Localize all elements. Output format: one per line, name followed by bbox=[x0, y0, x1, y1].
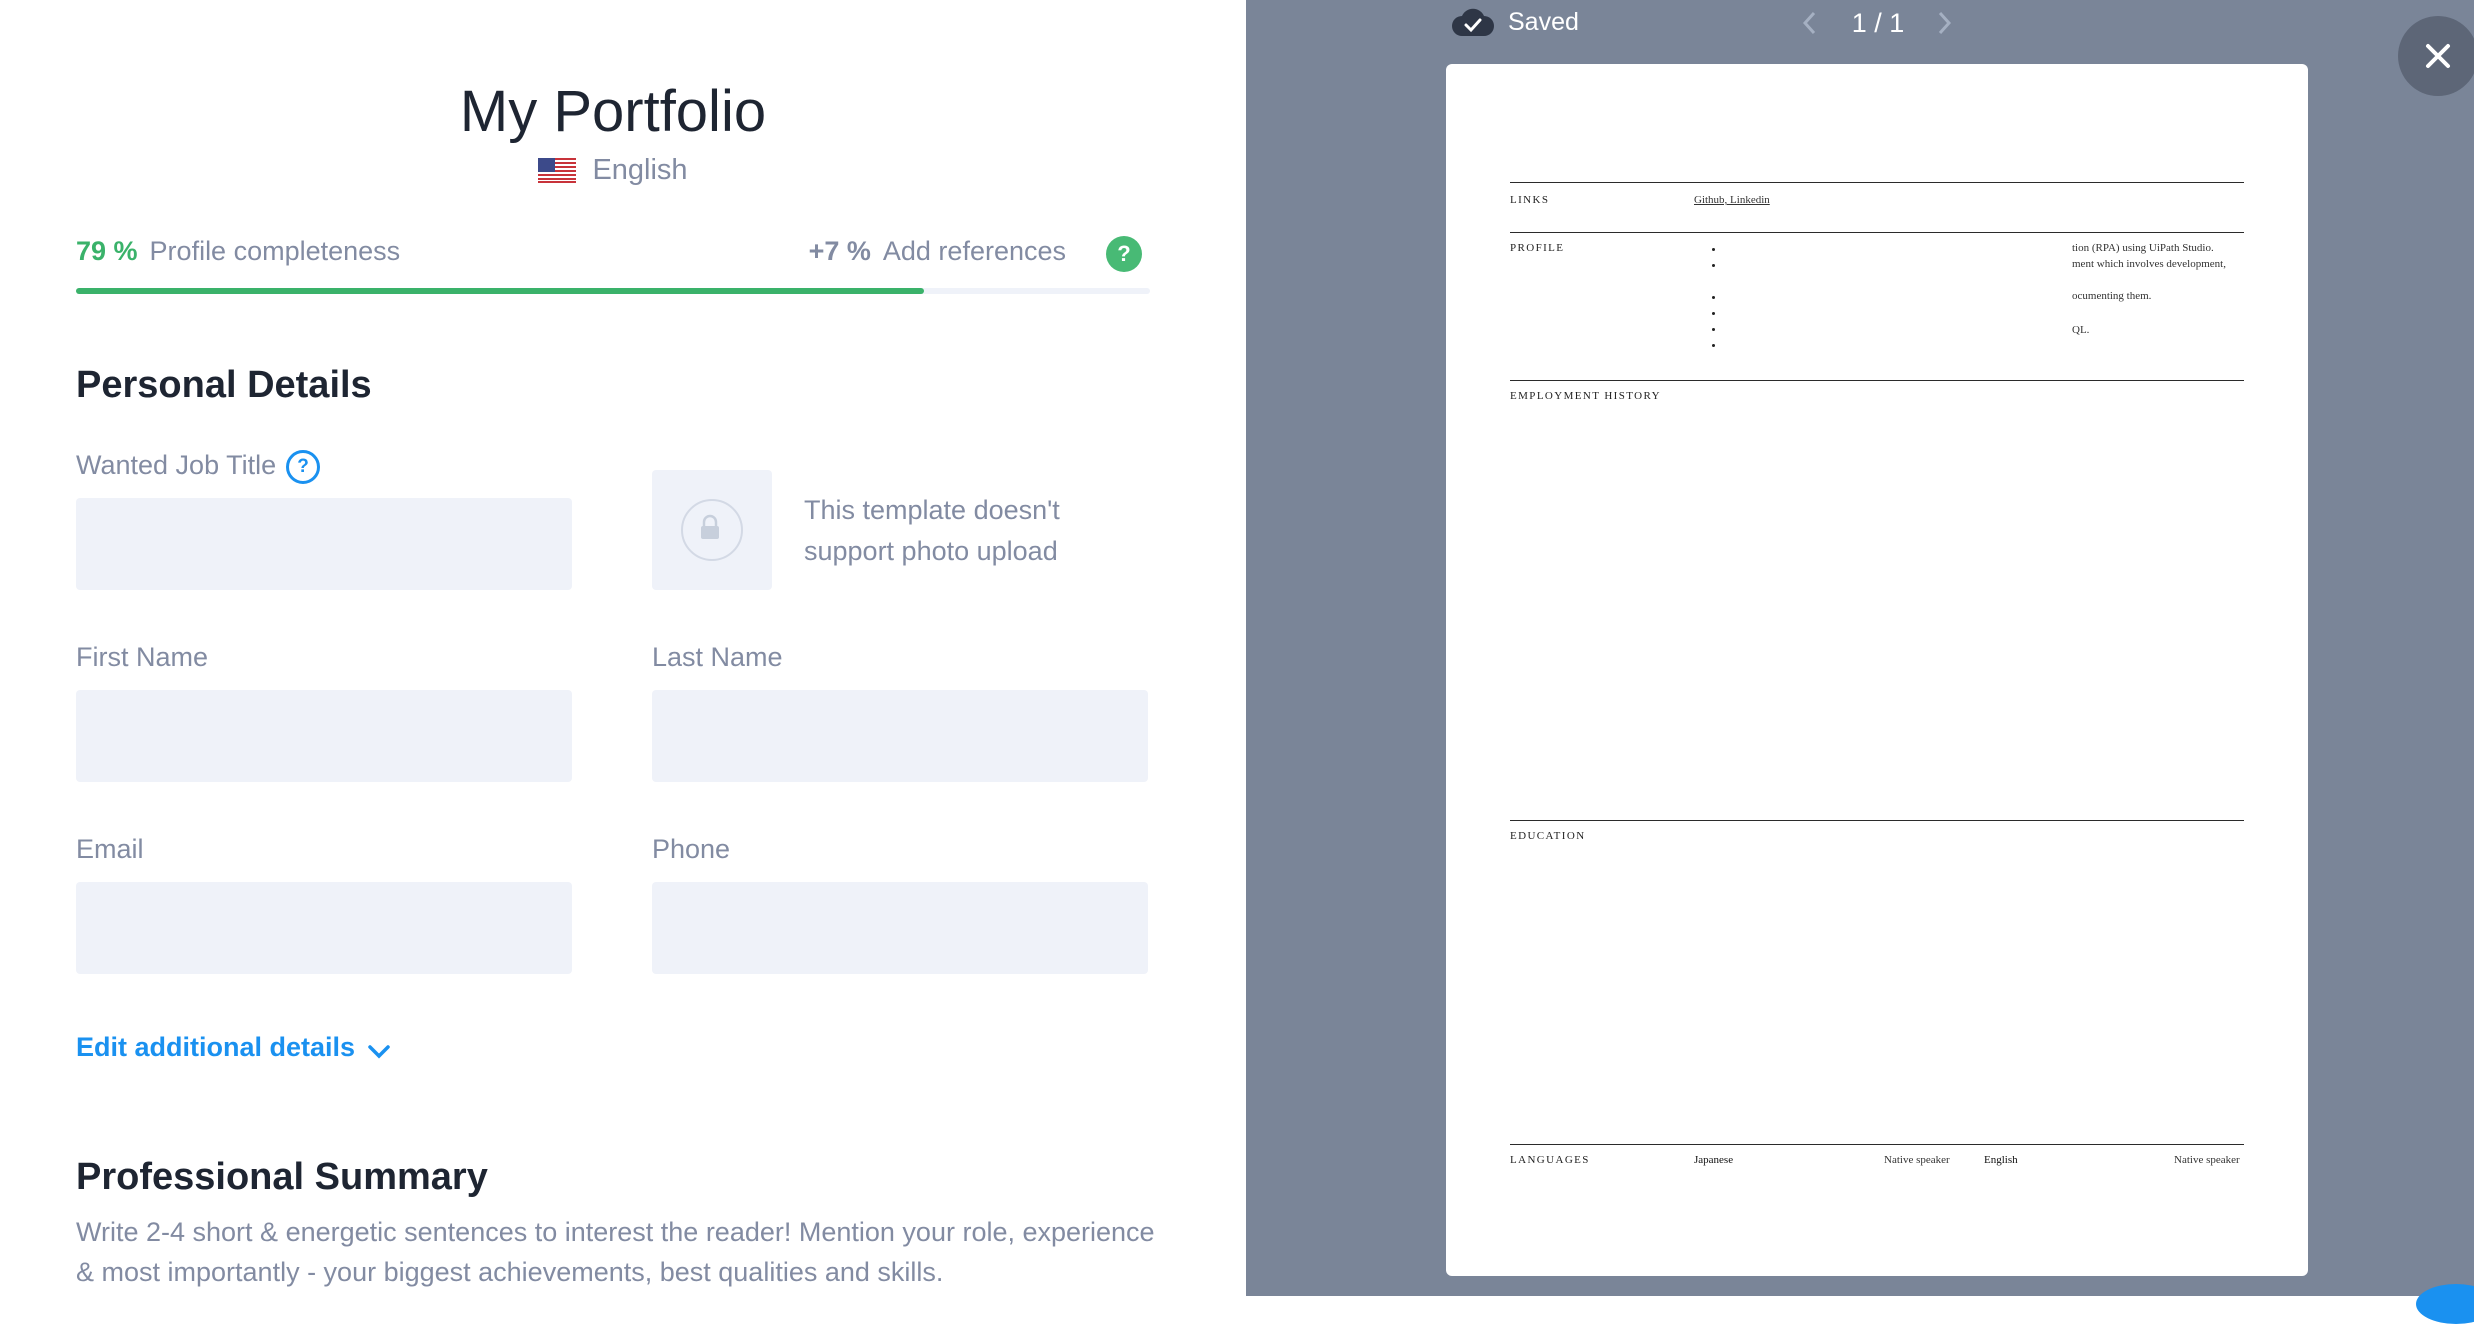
bullet bbox=[1712, 296, 1715, 299]
profile-completeness: 79 % Profile completeness bbox=[76, 236, 400, 267]
completeness-progress-fill bbox=[76, 288, 925, 294]
photo-unsupported-text: This template doesn't support photo uplo… bbox=[804, 495, 1060, 566]
saved-label: Saved bbox=[1508, 8, 1579, 36]
email-label: Email bbox=[76, 834, 144, 864]
phone-label: Phone bbox=[652, 834, 731, 864]
divider bbox=[1510, 232, 2244, 233]
references-label: Add references bbox=[882, 236, 1066, 266]
resume-profile-line: ment which involves development, bbox=[2072, 258, 2226, 270]
first-name-label: First Name bbox=[76, 642, 209, 672]
job-title-input[interactable] bbox=[76, 498, 572, 590]
job-title-label: Wanted Job Title? bbox=[76, 450, 321, 484]
question-icon[interactable]: ? bbox=[286, 450, 321, 484]
resume-profile-line: QL. bbox=[2072, 324, 2090, 336]
resume-language-name: English bbox=[1984, 1154, 2018, 1166]
phone-input[interactable] bbox=[652, 882, 1148, 974]
page-indicator: 1 / 1 bbox=[1851, 8, 1905, 38]
bullet bbox=[1712, 328, 1715, 331]
resume-profile-label: PROFILE bbox=[1510, 242, 1565, 254]
divider bbox=[1510, 182, 2244, 183]
completeness-help-icon[interactable]: ? bbox=[1106, 236, 1142, 272]
close-button[interactable] bbox=[2398, 16, 2474, 96]
last-name-label: Last Name bbox=[652, 642, 783, 672]
language-label: English bbox=[592, 154, 688, 186]
save-status: Saved bbox=[1450, 8, 1579, 38]
resume-employment-label: EMPLOYMENT HISTORY bbox=[1510, 390, 1662, 402]
divider bbox=[1510, 1144, 2244, 1145]
bullet bbox=[1712, 312, 1715, 315]
chevron-right-icon[interactable] bbox=[1936, 10, 1954, 44]
professional-summary-description: Write 2-4 short & energetic sentences to… bbox=[76, 1217, 1155, 1287]
divider bbox=[1510, 380, 2244, 381]
references-bonus: +7 % bbox=[808, 236, 871, 266]
chevron-down-icon bbox=[368, 1045, 390, 1059]
divider bbox=[1510, 820, 2244, 821]
completeness-progress-bar bbox=[76, 288, 1150, 294]
page-title[interactable]: My Portfolio bbox=[0, 78, 1226, 145]
lock-icon bbox=[681, 499, 743, 561]
resume-language-level: Native speaker bbox=[2174, 1154, 2240, 1166]
resume-language-name: Japanese bbox=[1694, 1154, 1734, 1166]
bullet bbox=[1712, 248, 1715, 251]
job-title-label-text: Wanted Job Title bbox=[76, 450, 277, 480]
completeness-label: Profile completeness bbox=[149, 236, 401, 266]
resume-languages-label: LANGUAGES bbox=[1510, 1154, 1590, 1166]
professional-summary-heading: Professional Summary bbox=[76, 1156, 488, 1198]
language-selector[interactable]: English bbox=[0, 154, 1226, 187]
last-name-input[interactable] bbox=[652, 690, 1148, 782]
first-name-input[interactable] bbox=[76, 690, 572, 782]
chat-button[interactable] bbox=[2416, 1284, 2474, 1324]
editor-panel: My Portfolio English 79 % Profile complet… bbox=[0, 0, 1246, 1296]
bullet bbox=[1712, 264, 1715, 267]
resume-profile-line: tion (RPA) using UiPath Studio. bbox=[2072, 242, 2214, 254]
cloud-check-icon bbox=[1452, 8, 1494, 36]
bullet bbox=[1712, 344, 1715, 347]
resume-language-level: Native speaker bbox=[1884, 1154, 1950, 1166]
resume-links-value[interactable]: Github, Linkedin bbox=[1694, 194, 1770, 206]
resume-links-label: LINKS bbox=[1510, 194, 1550, 206]
edit-additional-label: Edit additional details bbox=[76, 1032, 356, 1062]
personal-details-heading: Personal Details bbox=[76, 364, 372, 406]
close-icon bbox=[2426, 44, 2450, 68]
edit-additional-details-link[interactable]: Edit additional details bbox=[76, 1032, 391, 1063]
email-input[interactable] bbox=[76, 882, 572, 974]
us-flag-icon bbox=[538, 158, 577, 183]
completeness-percent: 79 % bbox=[76, 236, 138, 266]
resume-preview-page[interactable]: LINKS Github, Linkedin PROFILE tion (RPA… bbox=[1446, 64, 2308, 1276]
resume-profile-line: ocumenting them. bbox=[2072, 290, 2152, 302]
photo-upload-placeholder bbox=[652, 470, 772, 590]
resume-education-label: EDUCATION bbox=[1510, 830, 1586, 842]
add-references-hint[interactable]: +7 % Add references bbox=[809, 236, 1066, 267]
